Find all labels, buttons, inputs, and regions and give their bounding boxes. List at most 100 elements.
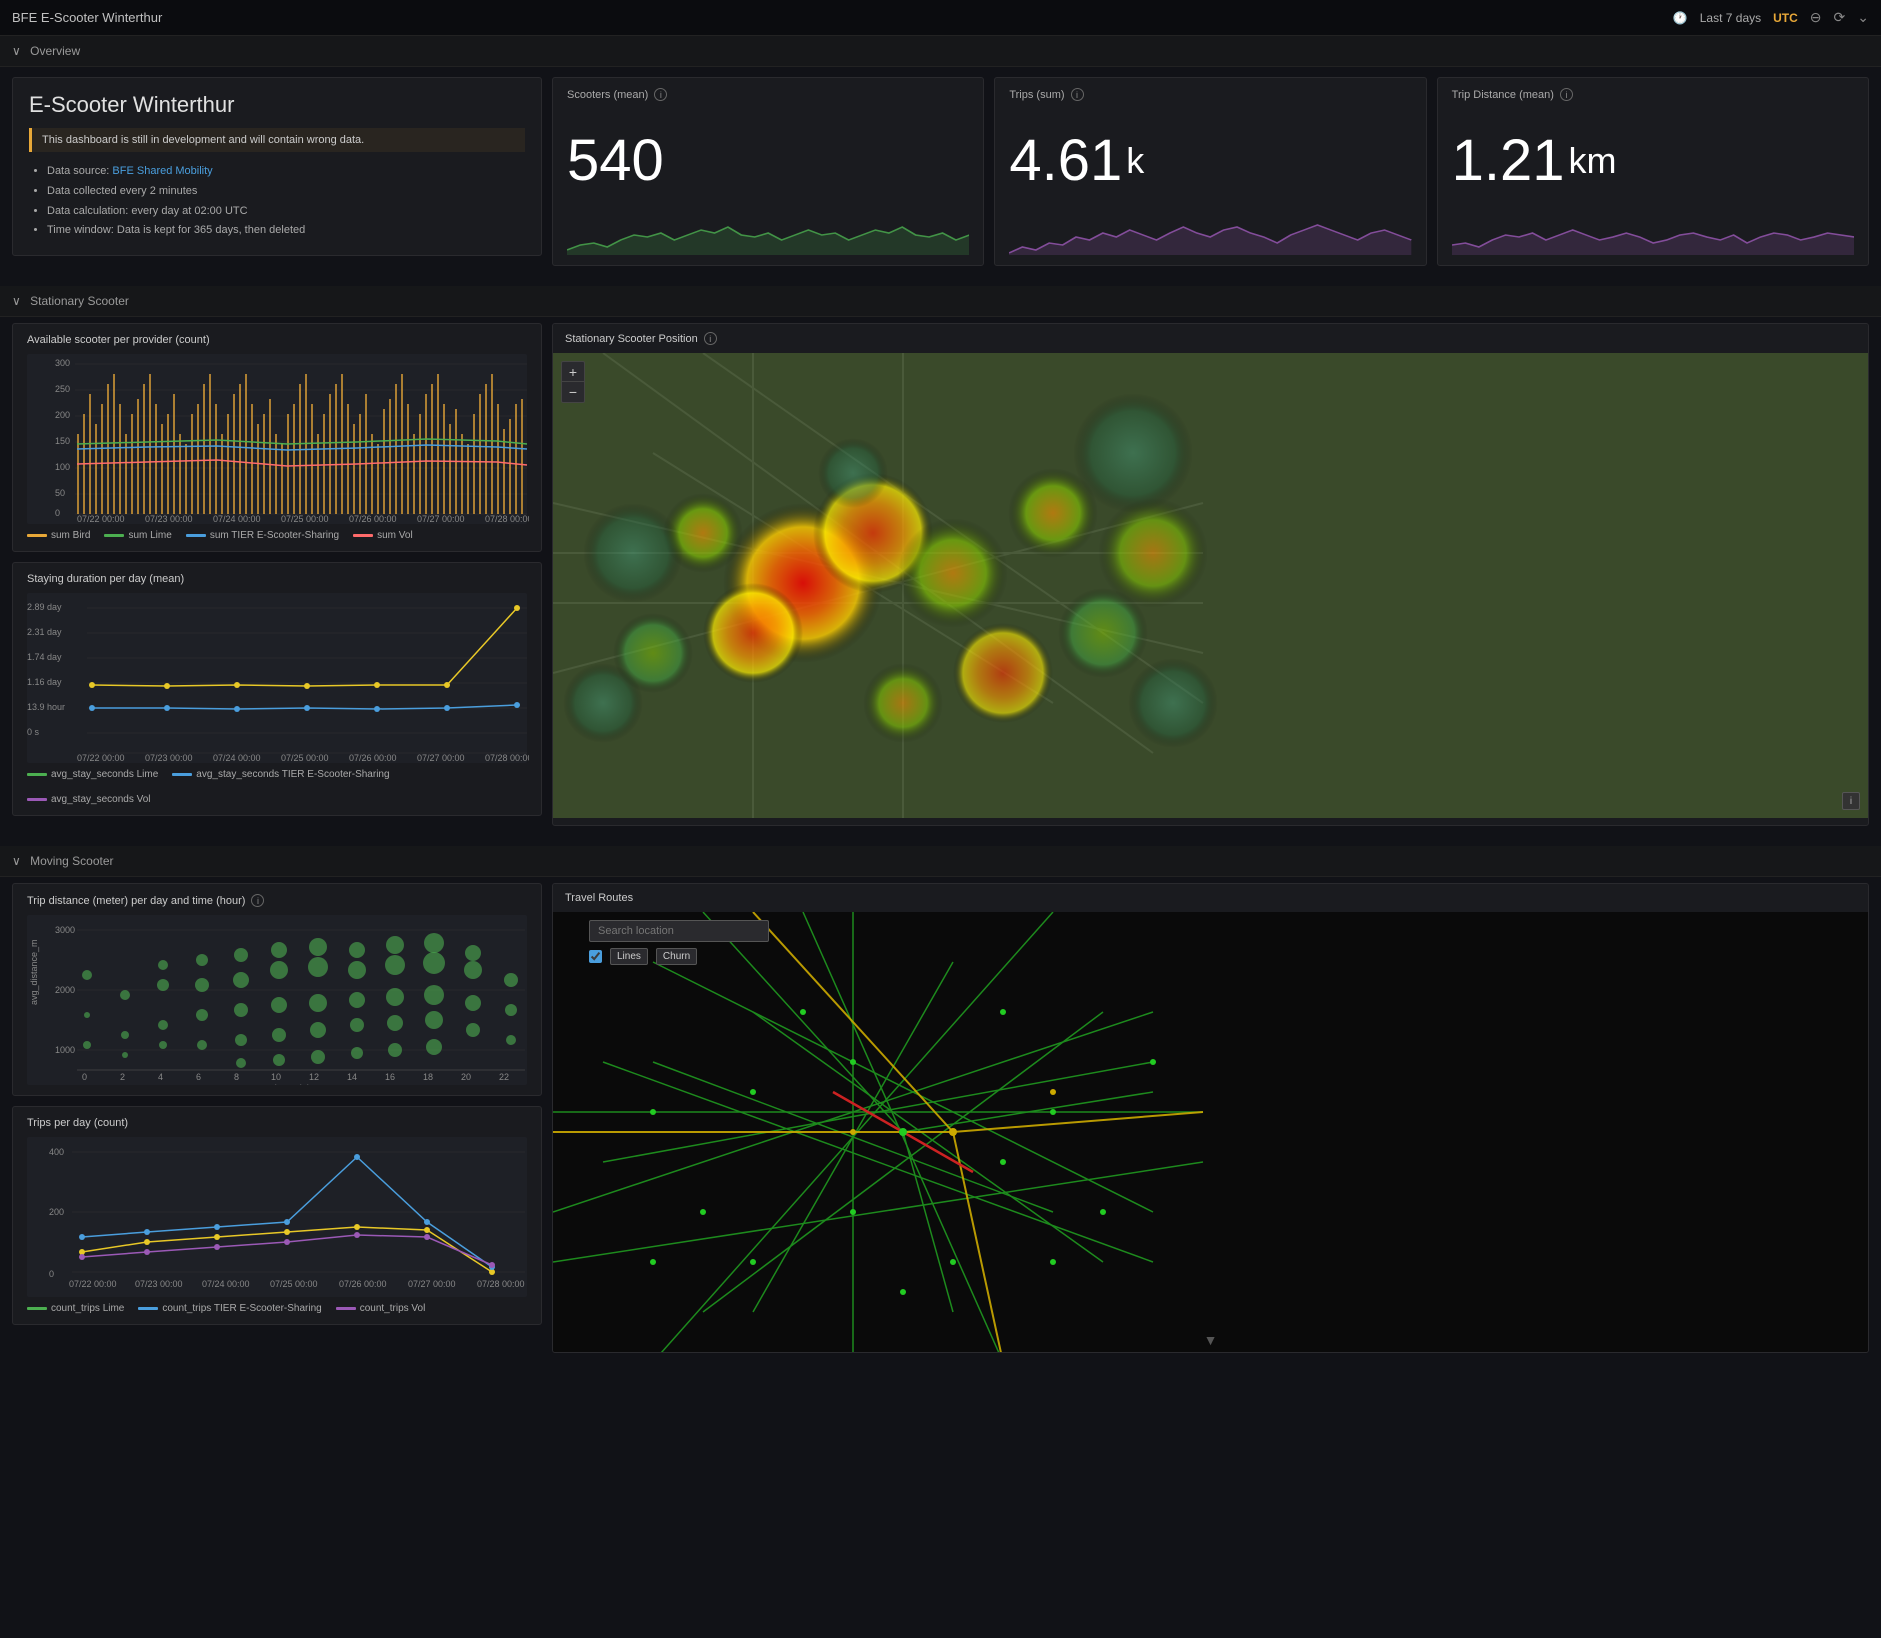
trips-per-day-chart: Trips per day (count) 400 200 0 xyxy=(12,1106,542,1325)
stationary-left-col: Available scooter per provider (count) 3… xyxy=(12,323,542,826)
stationary-map-container: + − i xyxy=(553,353,1868,818)
stat-card-scooters-header: Scooters (mean) i xyxy=(567,88,969,101)
svg-text:2000: 2000 xyxy=(55,985,75,995)
moving-content: Trip distance (meter) per day and time (… xyxy=(0,877,1881,1373)
alert-box: This dashboard is still in development a… xyxy=(29,128,525,152)
zoom-out-button[interactable]: − xyxy=(562,382,584,402)
stat-card-distance-header: Trip Distance (mean) i xyxy=(1452,88,1854,101)
trip-distance-chart-area: avg_distance_m 3000 2000 1000 xyxy=(27,915,527,1085)
svg-text:22: 22 xyxy=(499,1072,509,1082)
heatmap-info-button[interactable]: i xyxy=(1842,792,1860,810)
svg-text:2: 2 xyxy=(120,1072,125,1082)
svg-text:16: 16 xyxy=(385,1072,395,1082)
svg-text:07/22 00:00: 07/22 00:00 xyxy=(77,514,125,524)
svg-text:07/26 00:00: 07/26 00:00 xyxy=(339,1279,387,1289)
available-scooter-legend: sum Bird sum Lime sum TIER E-Scooter-Sha… xyxy=(27,530,527,541)
refresh-icon[interactable]: ⟳ xyxy=(1834,9,1846,26)
svg-text:18: 18 xyxy=(423,1072,433,1082)
svg-text:07/22 00:00: 07/22 00:00 xyxy=(69,1279,117,1289)
svg-text:400: 400 xyxy=(49,1147,64,1157)
stationary-content: Available scooter per provider (count) 3… xyxy=(0,317,1881,846)
distance-label: Trip Distance (mean) xyxy=(1452,89,1554,101)
stationary-section-header[interactable]: ∨ Stationary Scooter xyxy=(0,286,1881,317)
search-location-input[interactable] xyxy=(589,920,769,942)
overview-section-header[interactable]: ∨ Overview xyxy=(0,36,1881,67)
zoom-in-button[interactable]: + xyxy=(562,362,584,382)
moving-collapse-icon: ∨ xyxy=(12,854,21,868)
available-scooter-chart-area: 300 250 200 150 100 50 0 xyxy=(27,354,527,524)
trips-info-icon[interactable]: i xyxy=(1071,88,1084,101)
topbar-controls: 🕐 Last 7 days UTC ⊖ ⟳ ⌄ xyxy=(1673,9,1869,26)
travel-routes-col: Travel Routes xyxy=(552,883,1869,1353)
stat-card-distance: Trip Distance (mean) i 1.21km xyxy=(1437,77,1869,266)
lines-tag[interactable]: Lines xyxy=(610,948,648,965)
svg-text:07/23 00:00: 07/23 00:00 xyxy=(135,1279,183,1289)
svg-text:07/27 00:00: 07/27 00:00 xyxy=(417,753,465,763)
svg-text:300: 300 xyxy=(55,358,70,368)
stat-card-trips-header: Trips (sum) i xyxy=(1009,88,1411,101)
time-range-label[interactable]: Last 7 days xyxy=(1700,11,1761,25)
svg-text:150: 150 xyxy=(55,436,70,446)
stationary-map-title: Stationary Scooter Position i xyxy=(553,324,1868,353)
svg-text:4: 4 xyxy=(158,1072,163,1082)
trips-per-day-chart-area: 400 200 0 xyxy=(27,1137,527,1297)
trips-value: 4.61k xyxy=(1009,107,1411,215)
svg-text:avg_distance_m: avg_distance_m xyxy=(29,940,39,1006)
svg-text:07/26 00:00: 07/26 00:00 xyxy=(349,753,397,763)
svg-text:07/25 00:00: 07/25 00:00 xyxy=(281,753,329,763)
travel-routes-svg xyxy=(553,912,1868,1352)
churn-tag[interactable]: Churn xyxy=(656,948,697,965)
travel-routes-title: Travel Routes xyxy=(553,884,1868,912)
scooters-info-icon[interactable]: i xyxy=(654,88,667,101)
svg-text:07/24 00:00: 07/24 00:00 xyxy=(213,514,261,524)
svg-text:07/23 00:00: 07/23 00:00 xyxy=(145,514,193,524)
svg-text:0: 0 xyxy=(55,508,60,518)
svg-text:07/28 00:00: 07/28 00:00 xyxy=(477,1279,525,1289)
stationary-collapse-icon: ∨ xyxy=(12,294,21,308)
trips-per-day-svg: 400 200 0 xyxy=(27,1137,529,1297)
svg-text:250: 250 xyxy=(55,384,70,394)
staying-duration-chart-area: 2.89 day 2.31 day 1.74 day 1.16 day 13.9… xyxy=(27,593,527,763)
legend-lime-stay: avg_stay_seconds Lime xyxy=(27,769,158,780)
clock-icon: 🕐 xyxy=(1673,11,1688,25)
map-scroll-down-icon[interactable]: ▼ xyxy=(1204,1332,1218,1348)
page-title-panel: E-Scooter Winterthur This dashboard is s… xyxy=(12,77,542,256)
info-item-1: Data source: BFE Shared Mobility xyxy=(47,162,525,182)
svg-text:20: 20 xyxy=(461,1072,471,1082)
staying-duration-title: Staying duration per day (mean) xyxy=(27,573,527,585)
svg-text:14: 14 xyxy=(347,1072,357,1082)
svg-text:0: 0 xyxy=(82,1072,87,1082)
stat-card-scooters: Scooters (mean) i 540 xyxy=(552,77,984,266)
available-scooter-chart: Available scooter per provider (count) 3… xyxy=(12,323,542,552)
distance-info-icon[interactable]: i xyxy=(1560,88,1573,101)
legend-trips-tier: count_trips TIER E-Scooter-Sharing xyxy=(138,1303,321,1314)
legend-trips-lime: count_trips Lime xyxy=(27,1303,124,1314)
lines-checkbox[interactable] xyxy=(589,950,602,963)
moving-left-col: Trip distance (meter) per day and time (… xyxy=(12,883,542,1353)
staying-duration-legend: avg_stay_seconds Lime avg_stay_seconds T… xyxy=(27,769,527,805)
data-source-link[interactable]: BFE Shared Mobility xyxy=(112,165,212,177)
legend-tier: sum TIER E-Scooter-Sharing xyxy=(186,530,339,541)
available-scooter-title: Available scooter per provider (count) xyxy=(27,334,527,346)
timezone-label[interactable]: UTC xyxy=(1773,11,1798,25)
zoom-out-icon[interactable]: ⊖ xyxy=(1810,9,1822,26)
svg-text:07/28 00:00: 07/28 00:00 xyxy=(485,753,529,763)
stationary-map-panel: Stationary Scooter Position i xyxy=(552,323,1869,826)
trips-per-day-title: Trips per day (count) xyxy=(27,1117,527,1129)
more-icon[interactable]: ⌄ xyxy=(1857,9,1869,26)
svg-text:200: 200 xyxy=(55,410,70,420)
svg-text:10: 10 xyxy=(271,1072,281,1082)
available-scooter-svg: 300 250 200 150 100 50 0 xyxy=(27,354,529,524)
svg-text:100: 100 xyxy=(55,462,70,472)
map-controls-row: Lines Churn xyxy=(589,948,697,965)
distance-sparkline xyxy=(1452,215,1854,255)
svg-text:3000: 3000 xyxy=(55,925,75,935)
heatmap-svg xyxy=(553,353,1868,818)
moving-section-header[interactable]: ∨ Moving Scooter xyxy=(0,846,1881,877)
info-item-2: Data collected every 2 minutes xyxy=(47,182,525,202)
svg-text:50: 50 xyxy=(55,488,65,498)
info-item-4: Time window: Data is kept for 365 days, … xyxy=(47,221,525,241)
page-title: E-Scooter Winterthur xyxy=(29,92,525,118)
trip-distance-info-icon[interactable]: i xyxy=(251,894,264,907)
map-info-icon[interactable]: i xyxy=(704,332,717,345)
